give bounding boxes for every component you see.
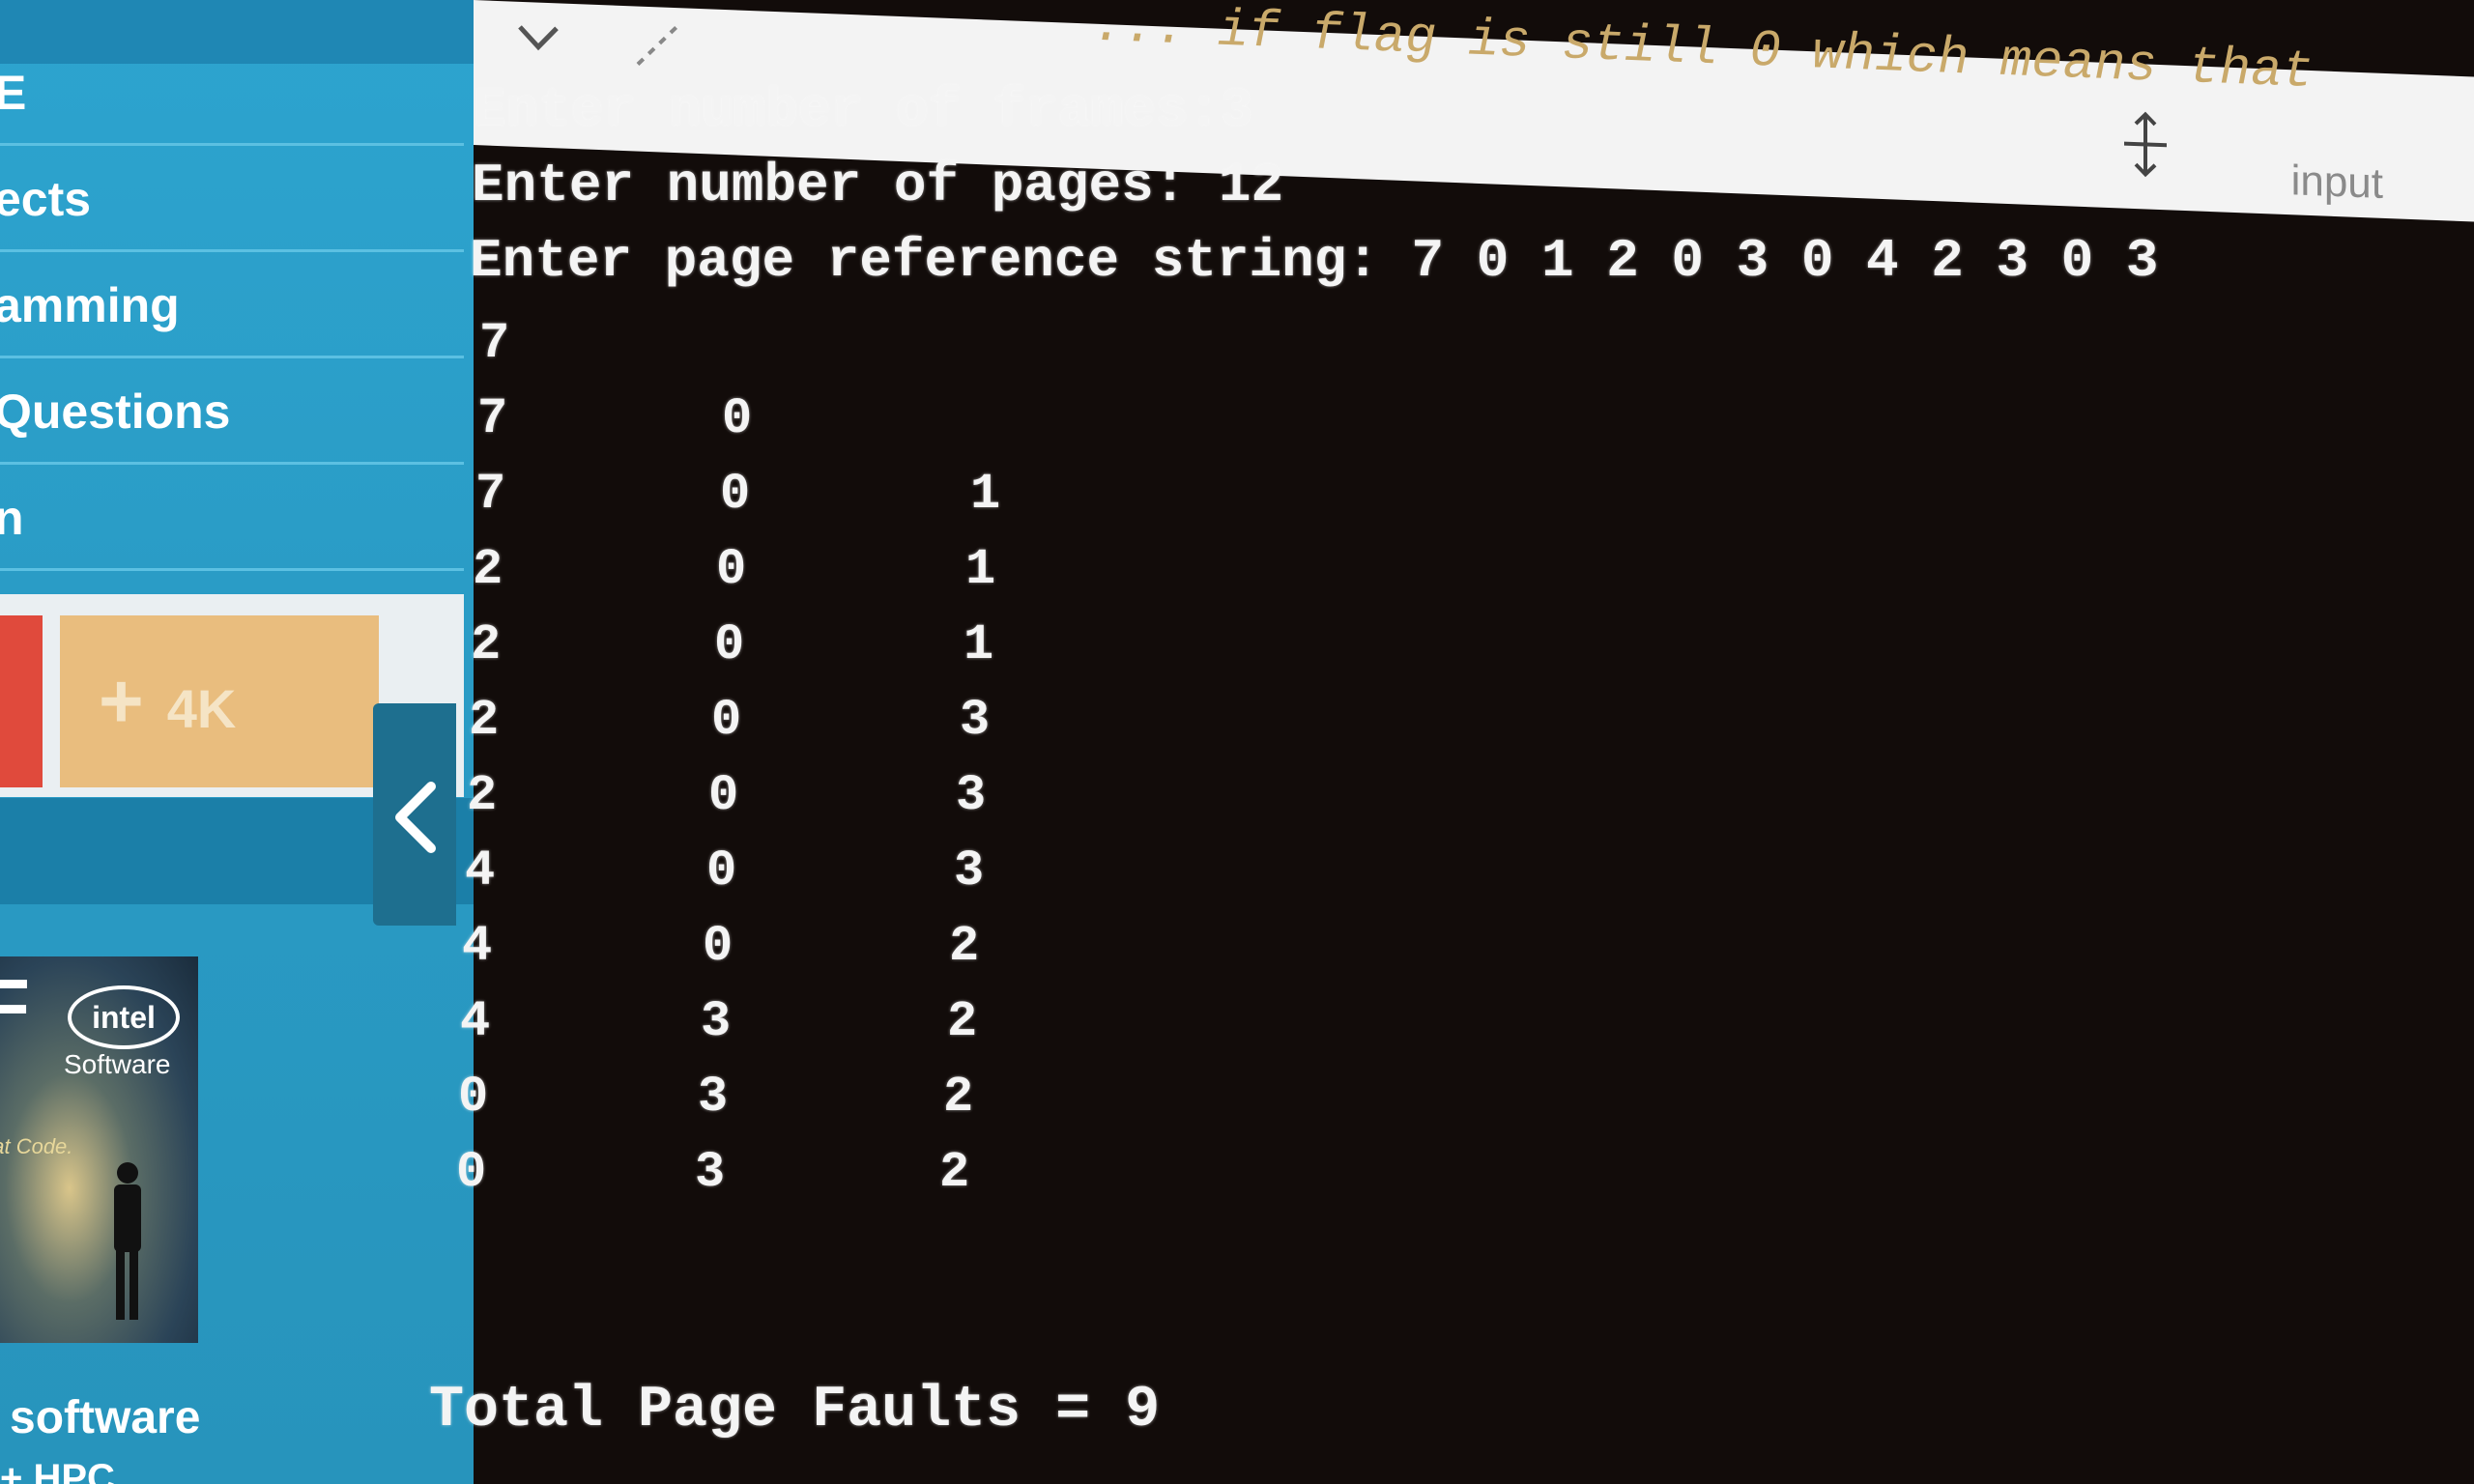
frame-cell-2: 0: [703, 918, 734, 975]
frame-cell-1: 4: [460, 993, 491, 1050]
total-page-faults: Total Page Faults = 9: [429, 1378, 1161, 1443]
frame-cell-1: 2: [473, 541, 503, 598]
share-count: 4K: [166, 678, 237, 739]
screen: E ects amming Questions n +4K F intel So…: [0, 0, 2474, 1484]
intel-ad-banner[interactable]: F intel Software eat Code.: [0, 956, 198, 1343]
prompt-frames: Enter number of frames:3: [474, 79, 1253, 141]
frame-cell-1: 7: [475, 466, 506, 523]
sidebar-item-label: E: [0, 43, 26, 143]
frame-cell-2: 3: [698, 1069, 729, 1126]
frame-cell-1: 2: [469, 692, 500, 749]
frame-cell-3: 2: [949, 918, 980, 975]
frame-cell-1: 0: [458, 1069, 489, 1126]
share-tile-plus[interactable]: +4K: [60, 615, 379, 787]
sidebar-item-label: ects: [0, 172, 92, 226]
frame-cell-1: 4: [462, 918, 493, 975]
frame-cell-1: 0: [456, 1144, 487, 1201]
frame-cell-2: 3: [701, 993, 732, 1050]
frame-cell-1: 4: [465, 842, 496, 899]
frame-cell-1: 2: [467, 767, 498, 824]
sidebar-item-1[interactable]: ects: [0, 149, 464, 252]
sidebar-footer-link-2[interactable]: + HPC: [0, 1457, 115, 1484]
plus-icon: +: [99, 658, 144, 744]
frame-cell-3: 2: [939, 1144, 970, 1201]
frame-cell-2: 3: [695, 1144, 726, 1201]
chevron-down-icon[interactable]: [514, 19, 562, 56]
frame-cell-2: 0: [708, 767, 739, 824]
frame-cell-2: 0: [720, 466, 751, 523]
sidebar-item-4[interactable]: n: [0, 468, 464, 571]
frame-cell-3: 1: [964, 616, 994, 673]
frame-cell-2: 0: [716, 541, 747, 598]
frame-cell-3: 2: [943, 1069, 974, 1126]
ad-subtitle: Software: [64, 1049, 171, 1079]
frame-cell-3: 3: [956, 767, 987, 824]
ad-letter: F: [0, 963, 30, 1049]
sidebar-item-label: Questions: [0, 385, 231, 439]
frame-cell-1: 7: [477, 390, 508, 447]
person-silhouette-icon: [114, 1162, 141, 1320]
frame-cell-3: 3: [960, 692, 991, 749]
frame-cell-2: 0: [722, 390, 753, 447]
prompt-pages: Enter number of pages: 12: [472, 155, 1284, 216]
ad-tagline: eat Code.: [0, 1134, 73, 1158]
sidebar-item-3[interactable]: Questions: [0, 361, 464, 465]
share-tile-red[interactable]: [0, 615, 43, 787]
sidebar-item-label: n: [0, 468, 24, 568]
frame-cell-3: 3: [954, 842, 985, 899]
sidebar-item-0[interactable]: E: [0, 43, 464, 146]
frame-cell-2: 0: [714, 616, 745, 673]
sidebar-item-2[interactable]: amming: [0, 255, 464, 358]
intel-logo: intel: [68, 985, 180, 1049]
frame-cell-1: 2: [471, 616, 502, 673]
frame-cell-2: 0: [706, 842, 737, 899]
sidebar-footer-link[interactable]: software: [10, 1391, 200, 1444]
sidebar-item-label: amming: [0, 278, 180, 332]
frame-cell-3: 2: [947, 993, 978, 1050]
frame-cell-3: 1: [970, 466, 1001, 523]
frame-cell-2: 0: [711, 692, 742, 749]
frame-cell-1: 7: [479, 315, 510, 372]
terminal-output: Enter number of frames:3 Enter number of…: [429, 68, 2474, 1484]
frame-cell-3: 1: [965, 541, 996, 598]
prompt-reference-string: Enter page reference string: 7 0 1 2 0 3…: [470, 230, 2159, 292]
